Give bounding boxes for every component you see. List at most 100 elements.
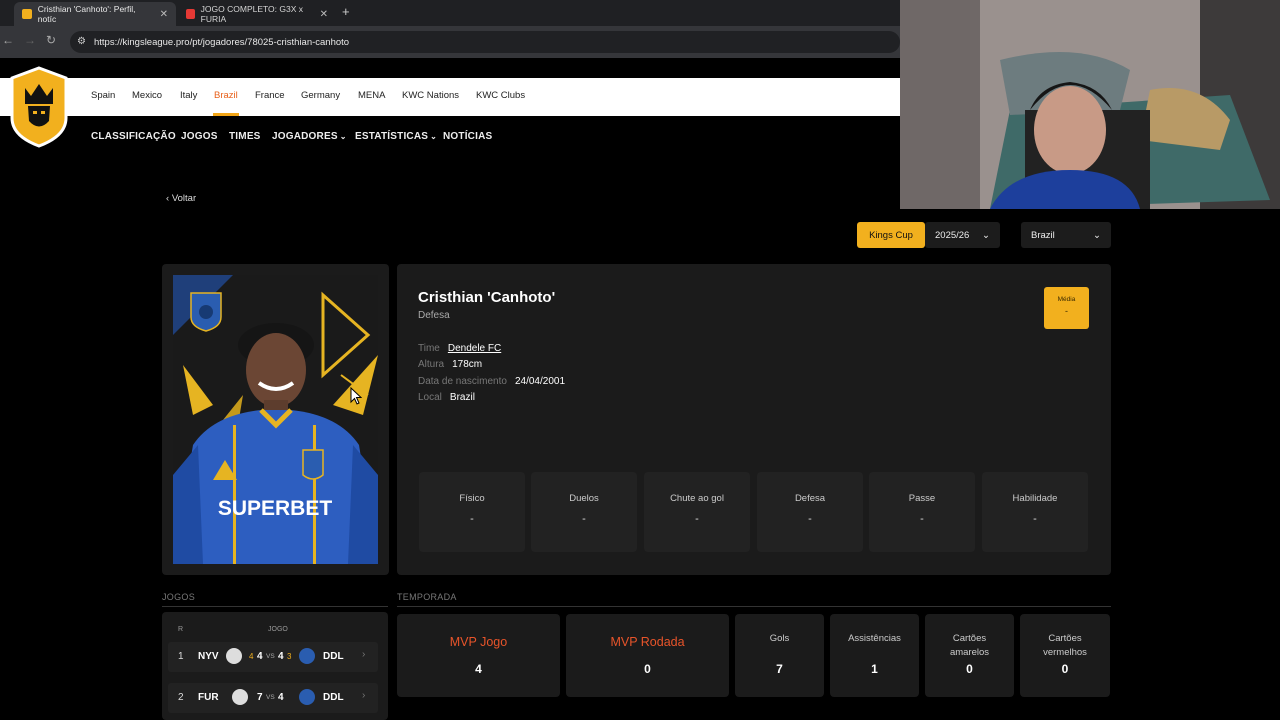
game-round: 2 (178, 692, 184, 703)
attribute-duelos: Duelos - (531, 472, 637, 552)
tab-title: Cristhian 'Canhoto': Perfil, notíc (37, 4, 136, 24)
chevron-right-icon: › (362, 649, 366, 660)
home-team-crest-icon (226, 648, 242, 664)
address-bar[interactable]: ⚙ https://kingsleague.pro/pt/jogadores/7… (70, 31, 900, 53)
nav-noticias[interactable]: NOTÍCIAS (443, 131, 492, 142)
chevron-down-icon: ⌄ (982, 229, 990, 241)
stat-value: 0 (644, 662, 651, 676)
away-team-crest-icon (299, 689, 315, 705)
season-divider (397, 606, 1111, 607)
browser-tab-video[interactable]: JOGO COMPLETO: G3X x FURIA ✕ (178, 2, 336, 26)
country-italy[interactable]: Italy (180, 90, 197, 101)
vs-label: VS (266, 694, 275, 701)
attribute-fisico: Físico - (419, 472, 525, 552)
player-photo: SUPERBET (173, 275, 378, 564)
player-portrait-illustration: SUPERBET (173, 275, 378, 564)
shirt-sponsor-text: SUPERBET (218, 497, 333, 520)
stat-label: Assistências (848, 633, 901, 644)
close-tab-icon[interactable]: ✕ (320, 9, 328, 20)
browser-tab-profile[interactable]: Cristhian 'Canhoto': Perfil, notíc ✕ (14, 2, 176, 26)
stat-label: Gols (769, 633, 790, 644)
detail-team: Time Dendele FC (418, 343, 501, 354)
home-team: FUR (198, 692, 219, 703)
game-column-header: JOGO (268, 626, 288, 633)
player-position: Defesa (418, 310, 450, 321)
away-team: DDL (323, 651, 344, 662)
country-brazil[interactable]: Brazil (214, 90, 238, 101)
stat-value: 0 (1061, 662, 1069, 676)
attribute-habilidade: Habilidade - (982, 472, 1088, 552)
home-score: 7 (257, 692, 263, 703)
site-top-strip (0, 58, 900, 78)
nav-classificacao[interactable]: CLASSIFICAÇÃO (91, 131, 176, 142)
webcam-feed-image (900, 0, 1280, 209)
season-select[interactable]: 2025/26 ⌄ (925, 222, 1000, 248)
attribute-value: - (582, 513, 586, 525)
team-link[interactable]: Dendele FC (448, 343, 501, 354)
country-value: Brazil (1031, 229, 1055, 241)
stat-label: MVP Jogo (449, 635, 508, 649)
country-germany[interactable]: Germany (301, 90, 340, 101)
stat-label: Cartões amarelos (949, 633, 990, 658)
attribute-label: Passe (908, 493, 936, 504)
away-penalty: 3 (287, 652, 292, 661)
stat-cartoes-vermelhos: Cartões vermelhos 0 (1020, 614, 1110, 697)
stat-value: 4 (475, 662, 482, 676)
home-team-crest-icon (232, 689, 248, 705)
forward-arrow-icon[interactable]: → (24, 33, 36, 47)
nav-estatisticas-label: ESTATÍSTICAS (355, 131, 429, 142)
nav-jogos[interactable]: JOGOS (181, 131, 218, 142)
game-round: 1 (178, 651, 184, 662)
detail-height: Altura 178cm (418, 359, 482, 370)
close-tab-icon[interactable]: ✕ (160, 9, 168, 20)
season-section-label: TEMPORADA (397, 592, 457, 602)
country-mexico[interactable]: Mexico (132, 90, 162, 101)
stat-gols: Gols 7 (735, 614, 824, 697)
country-spain[interactable]: Spain (91, 90, 115, 101)
country-kwc-clubs[interactable]: KWC Clubs (476, 90, 525, 101)
attribute-value: - (920, 513, 924, 525)
back-arrow-icon[interactable]: ← (2, 33, 14, 47)
stat-label: MVP Rodada (610, 635, 685, 649)
vs-label: VS (266, 653, 275, 660)
games-divider (162, 606, 388, 607)
youtube-favicon-icon (186, 9, 195, 19)
detail-value: 178cm (452, 359, 483, 370)
kings-league-favicon-icon (22, 9, 32, 19)
nav-times[interactable]: TIMES (229, 131, 261, 142)
chevron-down-icon: ⌄ (1093, 229, 1101, 241)
competition-label: Kings Cup (869, 229, 913, 241)
detail-value: 24/04/2001 (514, 376, 566, 387)
away-score: 4 (278, 651, 284, 662)
back-link[interactable]: ‹ Voltar (166, 193, 196, 204)
kings-league-logo[interactable] (9, 66, 69, 148)
home-team: NYV (198, 651, 219, 662)
game-row[interactable]: 2 FUR 7 VS 4 DDL › (168, 683, 378, 713)
attribute-defesa: Defesa - (757, 472, 863, 552)
game-row[interactable]: 1 NYV 4 4 VS 4 3 DDL › (168, 642, 378, 672)
stat-label: Cartões vermelhos (1043, 633, 1087, 658)
away-team-crest-icon (299, 648, 315, 664)
site-settings-icon[interactable]: ⚙ (77, 36, 86, 47)
home-score: 4 (257, 651, 263, 662)
chevron-right-icon: › (362, 690, 366, 701)
home-penalty: 4 (249, 652, 254, 661)
new-tab-icon[interactable]: + (342, 4, 350, 19)
country-france[interactable]: France (255, 90, 285, 101)
chevron-down-icon: ⌄ (339, 132, 347, 141)
nav-jogadores[interactable]: JOGADORES ⌄ (272, 131, 347, 142)
country-mena[interactable]: MENA (358, 90, 385, 101)
nav-jogadores-label: JOGADORES (272, 131, 338, 142)
back-label: Voltar (171, 193, 197, 204)
detail-label: Data de nascimento (418, 376, 507, 387)
country-kwc-nations[interactable]: KWC Nations (402, 90, 459, 101)
rating-label: Média (1057, 296, 1076, 303)
season-value: 2025/26 (935, 229, 970, 241)
country-select[interactable]: Brazil ⌄ (1021, 222, 1111, 248)
games-section-label: JOGOS (162, 592, 196, 602)
competition-filter[interactable]: Kings Cup (857, 222, 925, 248)
player-photo-card: SUPERBET (162, 264, 389, 575)
reload-icon[interactable]: ↻ (46, 33, 56, 47)
away-score: 4 (278, 692, 284, 703)
nav-estatisticas[interactable]: ESTATÍSTICAS ⌄ (355, 131, 437, 142)
